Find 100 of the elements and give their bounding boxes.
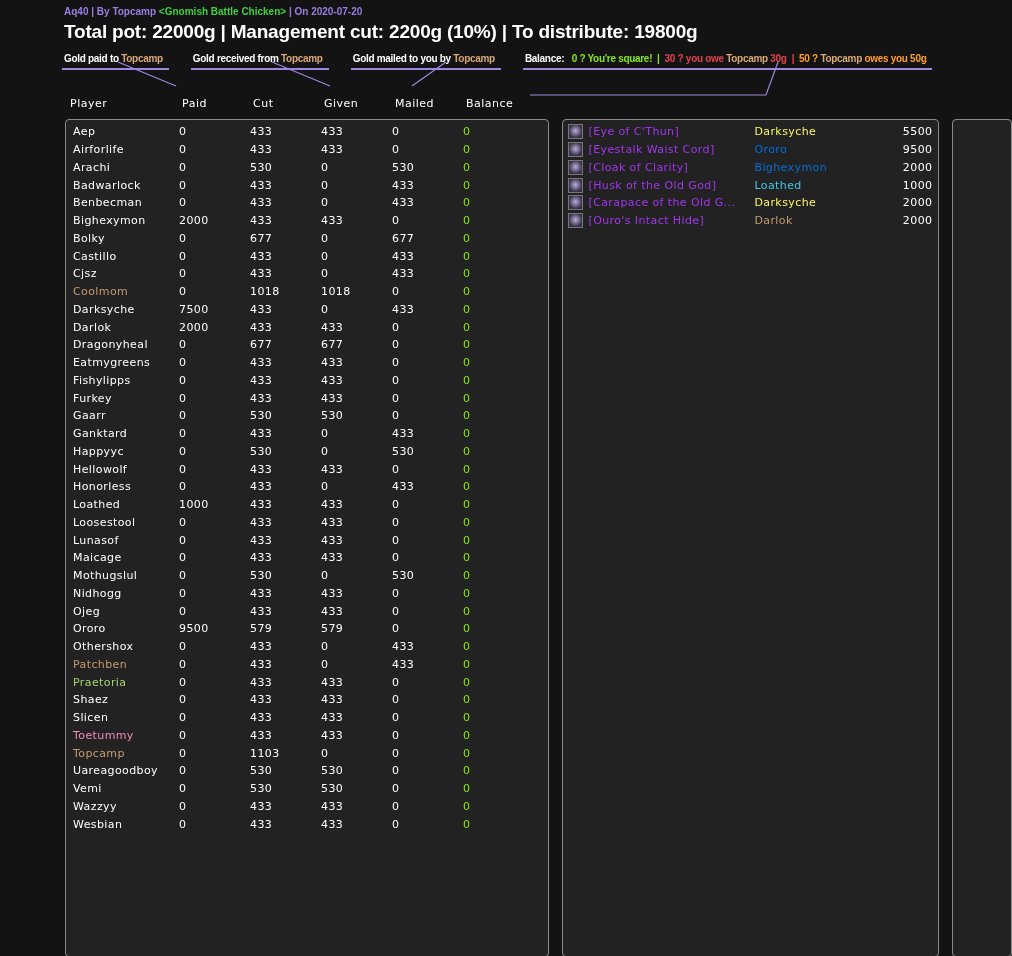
mailed-value: 0 bbox=[392, 125, 401, 139]
given-value: 0 bbox=[321, 302, 330, 316]
cut-value: 433 bbox=[250, 196, 274, 210]
player-name: Vemi bbox=[73, 782, 103, 796]
balance-value: 0 bbox=[463, 640, 472, 654]
mailed-value: 0 bbox=[392, 622, 401, 636]
price-value: 9500 bbox=[901, 143, 933, 157]
mailed-value: 433 bbox=[392, 657, 416, 671]
given-value: 0 bbox=[321, 267, 330, 281]
cut-value: 433 bbox=[250, 693, 274, 707]
balance-value: 0 bbox=[463, 551, 472, 565]
winner-name: Bighexymon bbox=[754, 160, 828, 174]
given-value: 677 bbox=[321, 338, 345, 352]
player-name: Patchben bbox=[73, 657, 129, 671]
player-name: Darksyche bbox=[73, 302, 136, 316]
column-header: Balance bbox=[466, 97, 514, 112]
cut-value: 433 bbox=[250, 125, 274, 139]
player-name: Fishylipps bbox=[73, 373, 132, 387]
cut-value: 677 bbox=[250, 338, 274, 352]
balance-value: 0 bbox=[463, 462, 472, 476]
paid-value: 0 bbox=[179, 551, 188, 565]
item-link[interactable]: [Carapace of the Old G... bbox=[588, 196, 755, 210]
given-value: 0 bbox=[321, 427, 330, 441]
mailed-value: 0 bbox=[392, 320, 401, 334]
balance-value: 0 bbox=[463, 693, 472, 707]
player-name: Cjsz bbox=[73, 267, 98, 281]
mailed-value: 0 bbox=[392, 515, 401, 529]
balance-value: 0 bbox=[463, 746, 472, 760]
player-name: Ororo bbox=[73, 622, 107, 636]
given-value: 530 bbox=[321, 409, 345, 423]
balance-value: 0 bbox=[463, 178, 472, 192]
legend-label: Gold paid to Topcamp bbox=[62, 53, 169, 70]
balance-value: 0 bbox=[463, 782, 472, 796]
given-value: 0 bbox=[321, 196, 330, 210]
given-value: 433 bbox=[321, 214, 345, 228]
item-link[interactable]: [Eyestalk Waist Cord] bbox=[588, 143, 755, 157]
cut-value: 433 bbox=[250, 711, 274, 725]
balance-value: 0 bbox=[463, 675, 472, 689]
paid-value: 0 bbox=[179, 444, 188, 458]
balance-value: 0 bbox=[463, 515, 472, 529]
given-value: 530 bbox=[321, 764, 345, 778]
paid-value: 0 bbox=[179, 249, 188, 263]
balance-value: 0 bbox=[463, 373, 472, 387]
cut-value: 530 bbox=[250, 409, 274, 423]
item-link[interactable]: [Ouro's Intact Hide] bbox=[588, 214, 755, 228]
paid-value: 0 bbox=[179, 338, 188, 352]
given-value: 0 bbox=[321, 249, 330, 263]
balance-value: 0 bbox=[463, 356, 472, 370]
paid-value: 0 bbox=[179, 196, 188, 210]
cut-value: 433 bbox=[250, 302, 274, 316]
balance-value: 0 bbox=[463, 569, 472, 583]
player-name: Airforlife bbox=[73, 143, 125, 157]
column-header: Player bbox=[70, 97, 108, 112]
balance-value: 0 bbox=[463, 657, 472, 671]
paid-value: 0 bbox=[179, 409, 188, 423]
paid-value: 0 bbox=[179, 462, 188, 476]
cut-value: 579 bbox=[250, 622, 274, 636]
balance-value: 0 bbox=[463, 391, 472, 405]
cut-value: 677 bbox=[250, 231, 274, 245]
cut-value: 433 bbox=[250, 817, 274, 831]
balance-value: 0 bbox=[463, 764, 472, 778]
player-name: Topcamp bbox=[73, 746, 126, 760]
mailed-value: 0 bbox=[392, 143, 401, 157]
mailed-value: 0 bbox=[392, 764, 401, 778]
item-link[interactable]: [Husk of the Old God] bbox=[588, 178, 755, 192]
paid-value: 0 bbox=[179, 480, 188, 494]
player-name: Mothugslul bbox=[73, 569, 139, 583]
player-name: Coolmom bbox=[73, 285, 130, 299]
paid-value: 0 bbox=[179, 675, 188, 689]
player-name: Bolky bbox=[73, 231, 106, 245]
cut-value: 530 bbox=[250, 764, 274, 778]
item-icon bbox=[568, 177, 584, 193]
cut-value: 1103 bbox=[250, 746, 281, 760]
paid-value: 0 bbox=[179, 160, 188, 174]
given-value: 433 bbox=[321, 356, 345, 370]
mailed-value: 0 bbox=[392, 551, 401, 565]
price-value: 2000 bbox=[901, 196, 933, 210]
paid-value: 0 bbox=[179, 267, 188, 281]
balance-value: 0 bbox=[463, 444, 472, 458]
paid-value: 0 bbox=[179, 693, 188, 707]
given-value: 433 bbox=[321, 817, 345, 831]
player-name: Lunasof bbox=[73, 533, 120, 547]
given-value: 433 bbox=[321, 515, 345, 529]
given-value: 433 bbox=[321, 143, 345, 157]
player-name: Eatmygreens bbox=[73, 356, 152, 370]
cut-value: 433 bbox=[250, 391, 274, 405]
cut-value: 433 bbox=[250, 427, 274, 441]
given-value: 433 bbox=[321, 604, 345, 618]
balance-value: 0 bbox=[463, 728, 472, 742]
cut-value: 433 bbox=[250, 356, 274, 370]
paid-value: 0 bbox=[179, 373, 188, 387]
cut-value: 433 bbox=[250, 533, 274, 547]
mailed-value: 433 bbox=[392, 178, 416, 192]
player-name: Shaez bbox=[73, 693, 110, 707]
item-link[interactable]: [Cloak of Clarity] bbox=[588, 160, 755, 174]
player-name: Wesbian bbox=[73, 817, 124, 831]
balance-value: 0 bbox=[463, 285, 472, 299]
item-link[interactable]: [Eye of C'Thun] bbox=[588, 125, 755, 139]
player-name: Darlok bbox=[73, 320, 113, 334]
mailed-value: 677 bbox=[392, 231, 416, 245]
